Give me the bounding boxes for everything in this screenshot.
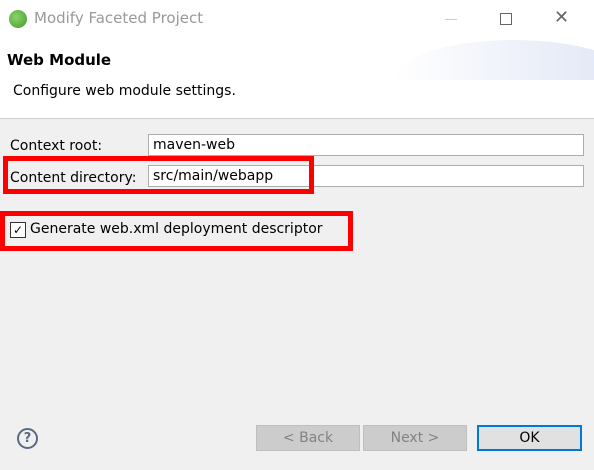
back-button[interactable]: < Back <box>256 425 360 451</box>
help-icon[interactable]: ? <box>17 428 38 449</box>
window-title: Modify Faceted Project <box>34 9 204 27</box>
wizard-header: Web Module Configure web module settings… <box>0 38 594 119</box>
minimize-button[interactable] <box>445 19 457 20</box>
close-button[interactable]: ✕ <box>554 7 569 28</box>
maximize-button[interactable] <box>500 13 512 25</box>
page-description: Configure web module settings. <box>13 83 236 99</box>
highlight-generate-descriptor <box>0 211 353 251</box>
highlight-content-directory <box>3 156 314 194</box>
title-bar: Modify Faceted Project ✕ <box>0 0 594 38</box>
page-title: Web Module <box>7 51 112 69</box>
banner-graphic <box>394 40 594 80</box>
context-root-input[interactable] <box>148 134 584 156</box>
app-logo-icon <box>9 10 27 28</box>
next-button[interactable]: Next > <box>363 425 467 451</box>
context-root-label: Context root: <box>10 138 103 154</box>
ok-button[interactable]: OK <box>477 425 582 451</box>
